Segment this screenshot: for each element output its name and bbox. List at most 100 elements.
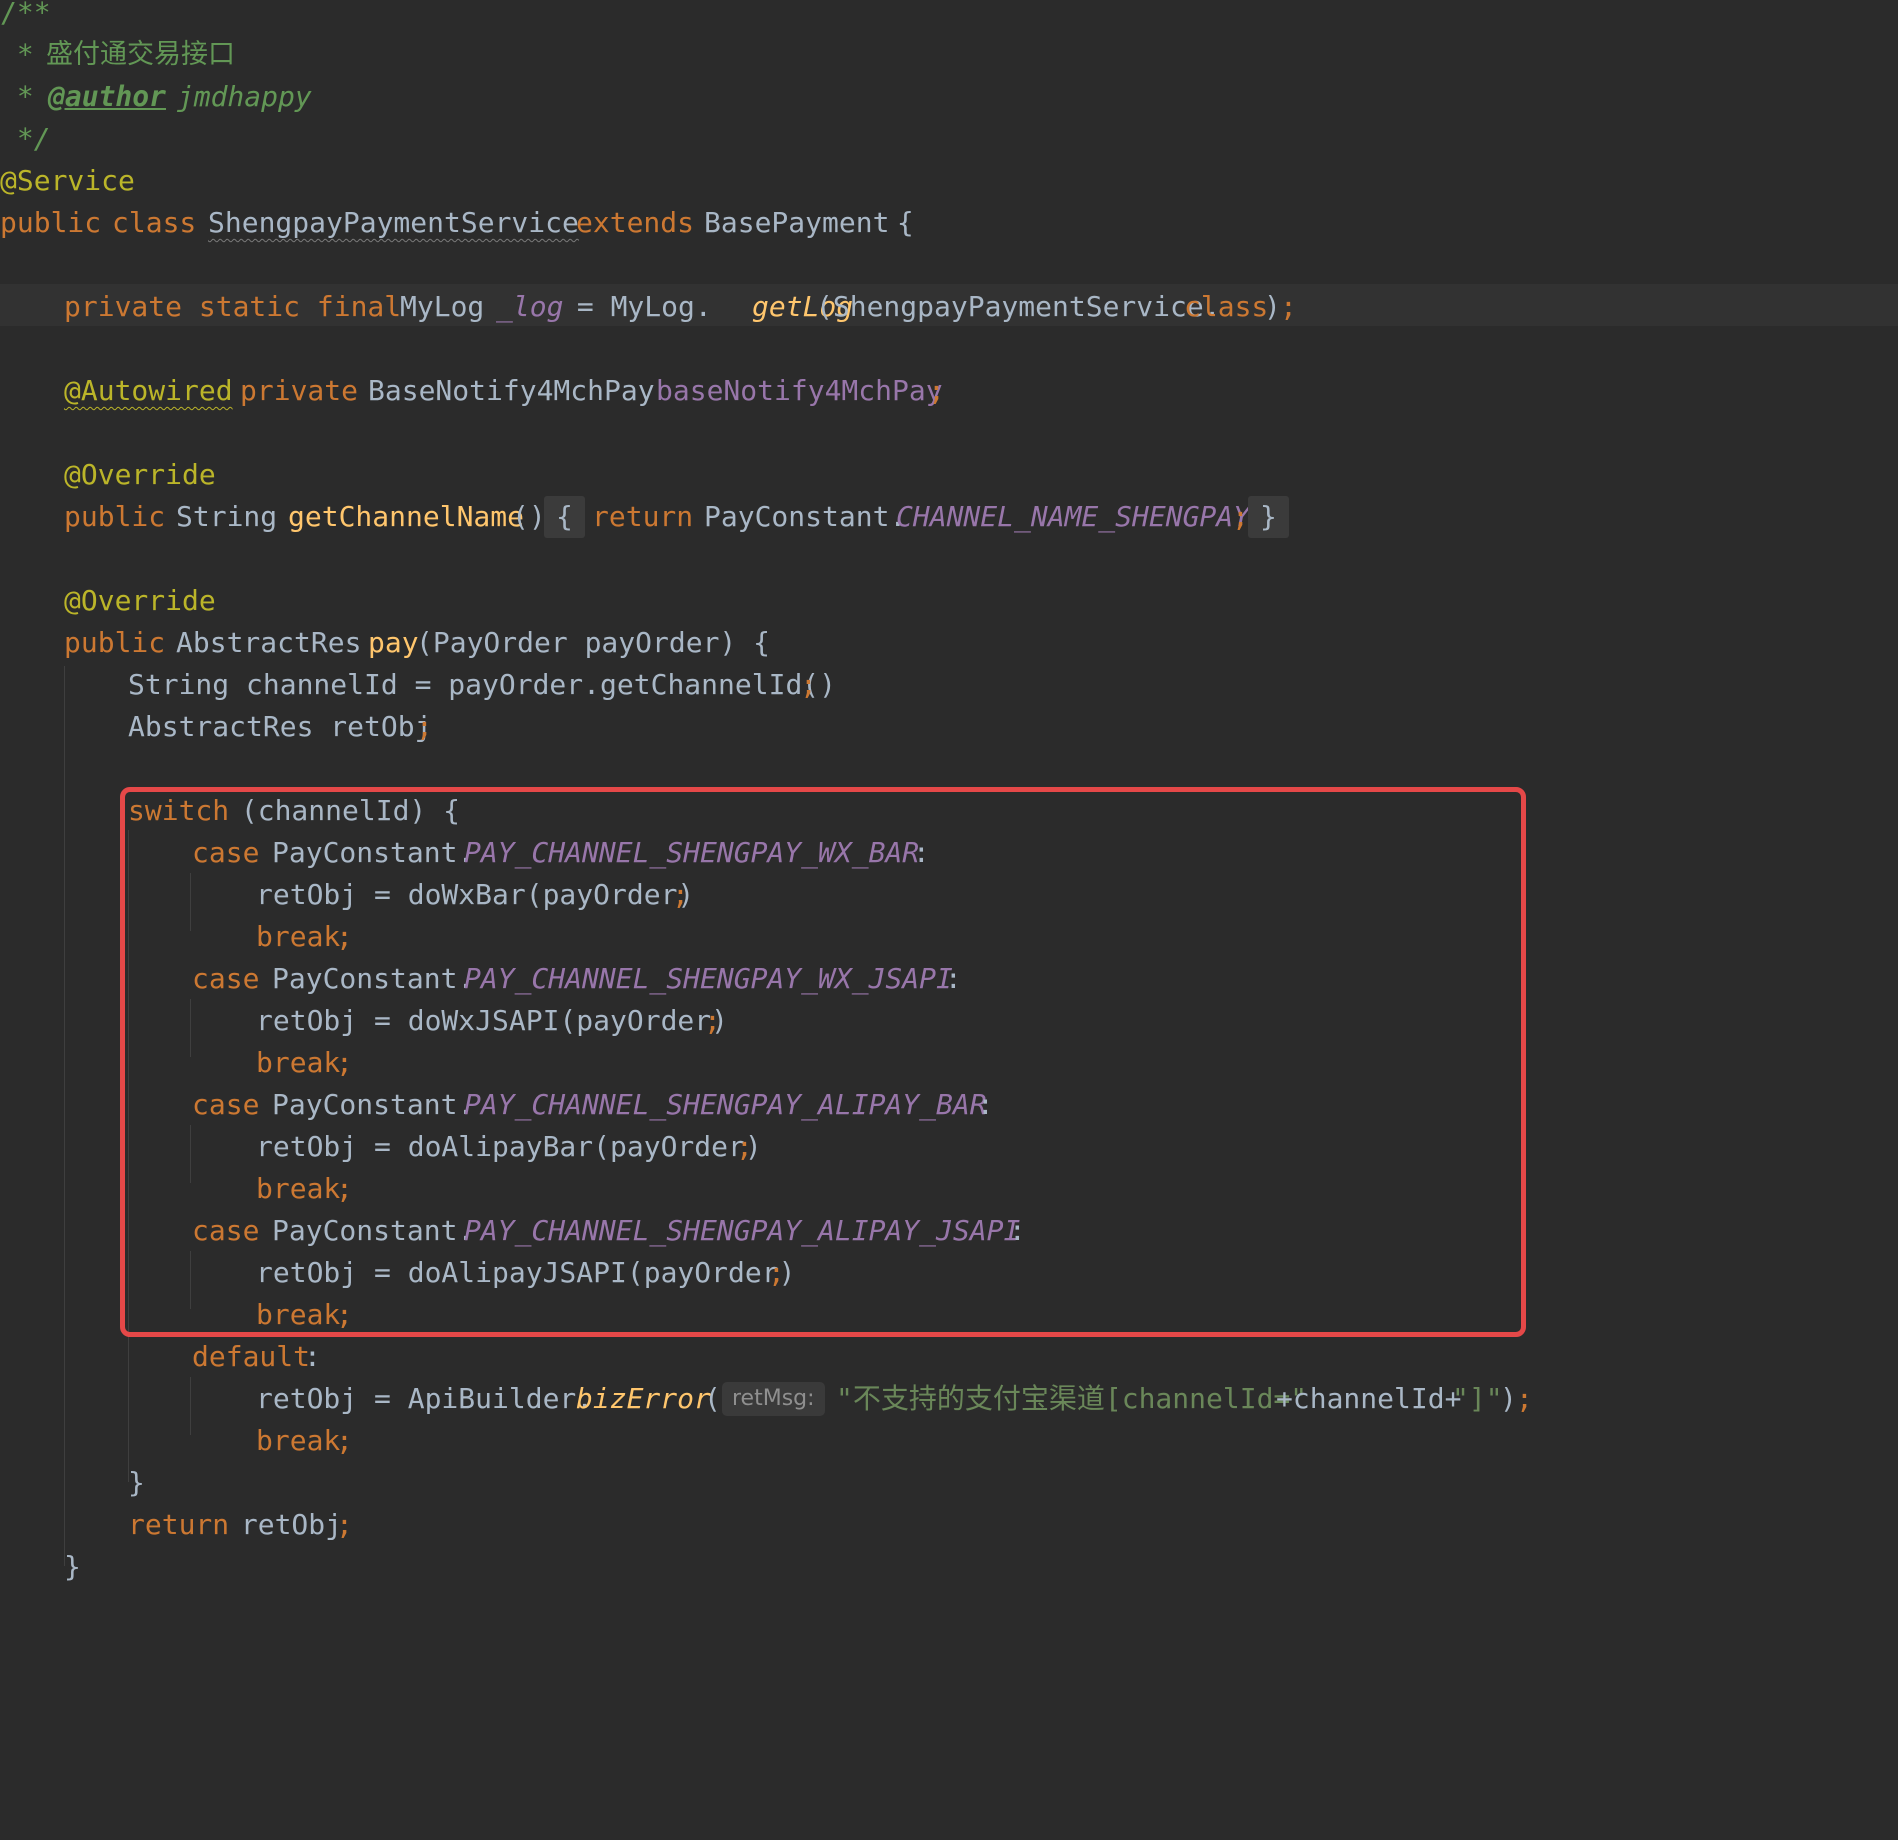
field-assign: = MyLog. [560,290,712,323]
code-line[interactable]: public String getChannelName () { return… [0,496,1289,538]
class-name[interactable]: ShengpayPaymentService [208,202,579,244]
default-colon: : [304,1340,321,1373]
statement-semicolon: ; [336,1424,353,1457]
code-line[interactable]: retObj = doWxBar(payOrder) ; [0,874,694,916]
parent-class-name[interactable]: BasePayment [704,202,889,244]
keyword-return: return [592,500,694,533]
code-line[interactable]: public AbstractRes pay (PayOrder payOrde… [0,622,770,664]
bizerror-close-paren: ) [1500,1382,1517,1415]
keyword-class: class [112,206,197,239]
method-name-getchannelname[interactable]: getChannelName [288,496,524,538]
code-line[interactable]: case PayConstant. PAY_CHANNEL_SHENGPAY_W… [0,832,930,874]
method-bizerror[interactable]: bizError [576,1378,711,1420]
keyword-break: break [256,1424,341,1457]
code-line[interactable]: retObj = doAlipayBar(payOrder) ; [0,1126,762,1168]
class-open-brace: { [880,206,914,239]
keyword-extends: extends [576,206,695,239]
field-modifiers: private static final [64,290,402,323]
code-line[interactable]: break ; [0,1042,353,1084]
code-line[interactable]: retObj = doAlipayJSAPI(payOrder) ; [0,1252,795,1294]
param-name-hint: retMsg: [722,1382,825,1416]
statement-semicolon: ; [1280,290,1297,323]
keyword-class-literal: class [1184,290,1269,323]
code-line[interactable]: @Service [0,160,135,202]
keyword-public: public [64,626,166,659]
code-line[interactable]: } [0,1462,145,1504]
statement-semicolon: ; [1516,1382,1533,1415]
code-line[interactable]: AbstractRes retObj ; [0,706,433,748]
constant-owner: PayConstant. [704,500,907,533]
autowired-annotation[interactable]: @Autowired [64,370,233,412]
code-line[interactable]: case PayConstant. PAY_CHANNEL_SHENGPAY_W… [0,958,962,1000]
doc-comment-description: 盛付通交易接口 [46,39,235,70]
statement-semicolon: ; [800,668,817,701]
keyword-default: default [192,1340,311,1373]
method-name-pay[interactable]: pay [368,622,419,664]
override-annotation[interactable]: @Override [64,580,216,622]
code-line[interactable]: * 盛付通交易接口 [0,34,235,76]
return-type[interactable]: String [176,496,277,538]
keyword-return: return [128,1508,230,1541]
switch-highlight-box [120,787,1526,1337]
folded-open-brace[interactable]: { [544,496,585,538]
doc-comment-close: */ [0,122,51,155]
doc-author-tag[interactable]: @author [48,76,166,118]
doc-comment-open: /** [0,0,51,29]
default-assign: retObj = ApiBuilder. [256,1382,594,1415]
getlog-close-paren: ) [1264,290,1281,323]
code-line[interactable]: break ; [0,1294,353,1336]
method-params: () [512,500,546,533]
getlog-argument: (ShengpayPaymentService. [816,290,1221,323]
field-type[interactable]: MyLog [400,286,484,328]
keyword-public: public [64,500,166,533]
code-line[interactable]: switch (channelId) { [0,790,460,832]
statement-semicolon: ; [1232,500,1249,533]
doc-comment-prefix: * [0,38,51,71]
retobj-declaration: AbstractRes retObj [128,710,432,743]
service-annotation[interactable]: @Service [0,160,135,202]
code-line[interactable]: @Override [0,580,216,622]
constant-channel-name[interactable]: CHANNEL_NAME_SHENGPAY [896,496,1250,538]
doc-author-value: jmdhappy [160,80,312,113]
code-line[interactable]: break ; [0,1420,353,1462]
error-message-suffix: "]" [1452,1382,1503,1415]
return-type[interactable]: AbstractRes [176,622,361,664]
indent-guide [190,1377,191,1435]
doc-comment-prefix: * [0,80,51,113]
code-line[interactable]: case PayConstant. PAY_CHANNEL_SHENGPAY_A… [0,1084,994,1126]
code-line[interactable]: @Override [0,454,216,496]
folded-close-brace[interactable]: } [1248,496,1289,538]
statement-semicolon: ; [416,710,433,743]
code-line[interactable]: case PayConstant. PAY_CHANNEL_SHENGPAY_A… [0,1210,1026,1252]
statement-semicolon: ; [336,1508,353,1541]
bizerror-open-paren: ( [704,1382,721,1415]
override-annotation[interactable]: @Override [64,454,216,496]
code-editor[interactable]: /** * 盛付通交易接口 * @author jmdhappy */ @Ser… [0,0,1898,1590]
channelid-declaration: String channelId = payOrder.getChannelId… [128,668,837,701]
method-params: (PayOrder payOrder) { [416,626,771,659]
code-line[interactable]: retObj = ApiBuilder. bizError ( retMsg: … [0,1378,1533,1420]
field-name-log[interactable]: _log [496,286,563,328]
code-line[interactable]: String channelId = payOrder.getChannelId… [0,664,836,706]
notify-field-name[interactable]: baseNotify4MchPay [656,370,943,412]
statement-semicolon: ; [928,374,945,407]
code-line[interactable]: */ [0,118,67,160]
code-line[interactable]: default : [0,1336,321,1378]
return-value: retObj [224,1508,343,1541]
code-line[interactable]: @Autowired private BaseNotify4MchPay bas… [0,370,945,412]
code-line[interactable]: break ; [0,916,353,958]
code-line[interactable]: private static final MyLog _log = MyLog.… [0,286,1297,328]
code-line[interactable]: break ; [0,1168,353,1210]
switch-close-brace: } [128,1466,145,1499]
code-line[interactable]: * @author jmdhappy [0,76,312,118]
error-message-string: "不支持的支付宝渠道[channelId=" [836,1382,1308,1415]
notify-field-type[interactable]: BaseNotify4MchPay [368,370,655,412]
string-concat-channelid: +channelId+ [1276,1382,1462,1415]
code-line[interactable]: } [0,1546,81,1588]
code-line[interactable]: public class ShengpayPaymentService exte… [0,202,914,244]
code-line[interactable]: retObj = doWxJSAPI(payOrder) ; [0,1000,728,1042]
method-close-brace: } [64,1550,81,1583]
code-line[interactable]: /** [0,0,67,34]
keyword-private: private [240,374,359,407]
code-line[interactable]: return retObj ; [0,1504,353,1546]
